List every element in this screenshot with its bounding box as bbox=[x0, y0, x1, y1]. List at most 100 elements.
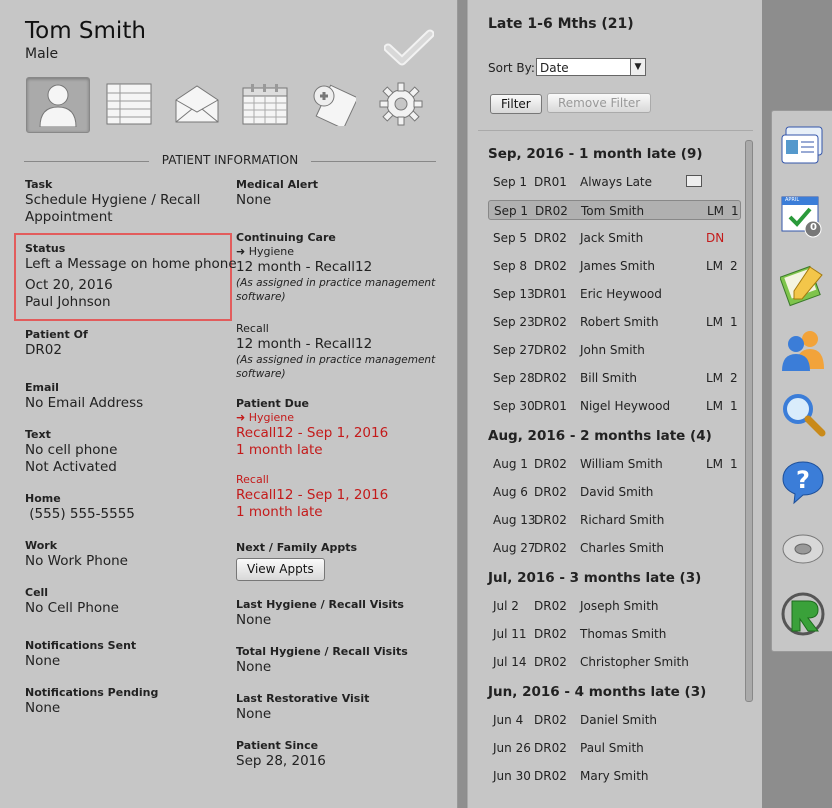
patient-name: Tom Smith bbox=[25, 18, 146, 44]
list-item[interactable]: Jul 2 DR02 Joseph Smith bbox=[488, 596, 741, 616]
last-restorative-label: Last Restorative Visit bbox=[236, 692, 370, 705]
envelope-icon[interactable] bbox=[686, 175, 702, 187]
row-doctor: DR01 bbox=[534, 287, 567, 301]
notepad-icon[interactable] bbox=[780, 261, 826, 307]
row-date: Sep 8 bbox=[493, 259, 528, 273]
users-icon[interactable] bbox=[780, 327, 826, 373]
sort-by-label: Sort By: bbox=[488, 61, 535, 75]
row-patient-name: Christopher Smith bbox=[580, 655, 689, 669]
list-item[interactable]: Sep 5 DR02 Jack Smith DN bbox=[488, 228, 741, 248]
list-scrollbar[interactable] bbox=[745, 140, 753, 702]
due-hygiene-value-2: 1 month late bbox=[236, 442, 323, 458]
list-item[interactable]: Sep 28 DR02 Bill Smith LM 2 bbox=[488, 368, 741, 388]
status-value-3: Paul Johnson bbox=[25, 294, 111, 310]
total-hygiene-field: Total Hygiene / Recall Visits None bbox=[236, 645, 408, 676]
row-date: Sep 1 bbox=[494, 204, 529, 218]
notifications-pending-value: None bbox=[25, 700, 61, 716]
last-restorative-field: Last Restorative Visit None bbox=[236, 692, 369, 723]
list-item[interactable]: Sep 8 DR02 James Smith LM 2 bbox=[488, 256, 741, 276]
calendar-icon bbox=[242, 84, 288, 125]
row-doctor: DR02 bbox=[534, 599, 567, 613]
list-item[interactable]: Sep 1 DR01 Always Late bbox=[488, 172, 741, 192]
patient-gender: Male bbox=[25, 46, 59, 62]
row-count: 1 bbox=[730, 315, 738, 329]
filter-button[interactable]: Filter bbox=[490, 94, 542, 114]
list-item[interactable]: Aug 6 DR02 David Smith bbox=[488, 482, 741, 502]
remove-filter-button[interactable]: Remove Filter bbox=[547, 93, 652, 113]
row-date: Aug 1 bbox=[493, 457, 528, 471]
row-patient-name: Eric Heywood bbox=[580, 287, 662, 301]
envelope-icon bbox=[175, 85, 219, 123]
notifications-sent-value: None bbox=[25, 653, 61, 669]
list-item[interactable]: Jun 30 DR02 Mary Smith bbox=[488, 766, 741, 786]
row-date: Jul 2 bbox=[493, 599, 519, 613]
list-item[interactable]: Sep 1 DR02 Tom Smith LM 1 bbox=[488, 200, 741, 220]
row-doctor: DR02 bbox=[534, 769, 567, 783]
tab-medical[interactable] bbox=[302, 77, 364, 131]
row-doctor: DR02 bbox=[534, 713, 567, 727]
list-item[interactable]: Jul 11 DR02 Thomas Smith bbox=[488, 624, 741, 644]
row-doctor: DR02 bbox=[534, 457, 567, 471]
email-field: Email No Email Address bbox=[25, 381, 143, 412]
list-item[interactable]: Aug 1 DR02 William Smith LM 1 bbox=[488, 454, 741, 474]
last-hygiene-label: Last Hygiene / Recall Visits bbox=[236, 598, 404, 611]
list-item[interactable]: Aug 13 DR02 Richard Smith bbox=[488, 510, 741, 530]
row-patient-name: Robert Smith bbox=[580, 315, 659, 329]
tab-table[interactable] bbox=[98, 77, 160, 131]
patient-of-value: DR02 bbox=[25, 342, 62, 358]
tab-messages[interactable] bbox=[166, 77, 228, 131]
recall-field: Recall 12 month - Recall12 (As assigned … bbox=[236, 322, 436, 381]
list-item[interactable]: Sep 27 DR02 John Smith bbox=[488, 340, 741, 360]
list-item[interactable]: Sep 13 DR01 Eric Heywood bbox=[488, 284, 741, 304]
row-doctor: DR02 bbox=[534, 485, 567, 499]
row-date: Aug 27 bbox=[493, 541, 536, 555]
row-patient-name: Tom Smith bbox=[581, 204, 645, 218]
sort-select-value: Date bbox=[540, 61, 569, 75]
medical-alert-field: Medical Alert None bbox=[236, 178, 318, 209]
list-item[interactable]: Sep 23 DR02 Robert Smith LM 1 bbox=[488, 312, 741, 332]
row-lm-badge: LM bbox=[706, 315, 724, 329]
check-icon[interactable] bbox=[384, 28, 434, 68]
row-doctor: DR02 bbox=[534, 741, 567, 755]
arrow-right-icon: ➜ bbox=[236, 245, 249, 258]
list-item[interactable]: Aug 27 DR02 Charles Smith bbox=[488, 538, 741, 558]
list-item[interactable]: Jul 14 DR02 Christopher Smith bbox=[488, 652, 741, 672]
work-label: Work bbox=[25, 539, 58, 552]
status-field: Status Left a Message on home phone Oct … bbox=[25, 242, 237, 311]
list-item[interactable]: Sep 30 DR01 Nigel Heywood LM 1 bbox=[488, 396, 741, 416]
due-recall-value-2: 1 month late bbox=[236, 504, 323, 520]
row-doctor: DR02 bbox=[534, 541, 567, 555]
row-patient-name: Jack Smith bbox=[580, 231, 644, 245]
magnifier-icon[interactable] bbox=[780, 391, 826, 437]
medical-chart-icon bbox=[313, 84, 356, 126]
r-logo-icon[interactable] bbox=[780, 591, 826, 637]
help-icon[interactable]: ? bbox=[780, 459, 826, 505]
patient-panel: Tom Smith Male PATIENT INFORMATION Task … bbox=[0, 0, 458, 808]
list-item[interactable]: Jun 4 DR02 Daniel Smith bbox=[488, 710, 741, 730]
row-patient-name: Nigel Heywood bbox=[580, 399, 671, 413]
medical-alert-label: Medical Alert bbox=[236, 178, 319, 191]
id-card-icon[interactable] bbox=[780, 123, 826, 169]
recall-note: (As assigned in practice management soft… bbox=[236, 354, 436, 380]
text-field: Text No cell phone Not Activated bbox=[25, 428, 117, 476]
sort-select[interactable]: Date ▼ bbox=[536, 58, 646, 76]
row-count: 1 bbox=[731, 204, 739, 218]
tab-settings[interactable] bbox=[370, 77, 432, 131]
list-item[interactable]: Jun 26 DR02 Paul Smith bbox=[488, 738, 741, 758]
row-patient-name: Daniel Smith bbox=[580, 713, 658, 727]
task-value-1: Schedule Hygiene / Recall bbox=[25, 192, 201, 208]
row-date: Sep 1 bbox=[493, 175, 528, 189]
work-value: No Work Phone bbox=[25, 553, 128, 569]
row-doctor: DR02 bbox=[534, 371, 567, 385]
calendar-count-icon[interactable]: APRIL 0 bbox=[780, 193, 826, 239]
tab-calendar[interactable] bbox=[234, 77, 296, 131]
group-header: Jul, 2016 - 3 months late (3) bbox=[488, 570, 702, 586]
row-lm-badge: LM bbox=[706, 259, 724, 273]
row-date: Jul 14 bbox=[493, 655, 527, 669]
settings-gear-icon[interactable] bbox=[780, 525, 826, 571]
group-header: Sep, 2016 - 1 month late (9) bbox=[488, 146, 703, 162]
tab-person[interactable] bbox=[26, 77, 90, 133]
row-count: 1 bbox=[730, 457, 738, 471]
late-list-title: Late 1-6 Mths (21) bbox=[488, 16, 634, 32]
view-appts-button[interactable]: View Appts bbox=[236, 558, 325, 581]
